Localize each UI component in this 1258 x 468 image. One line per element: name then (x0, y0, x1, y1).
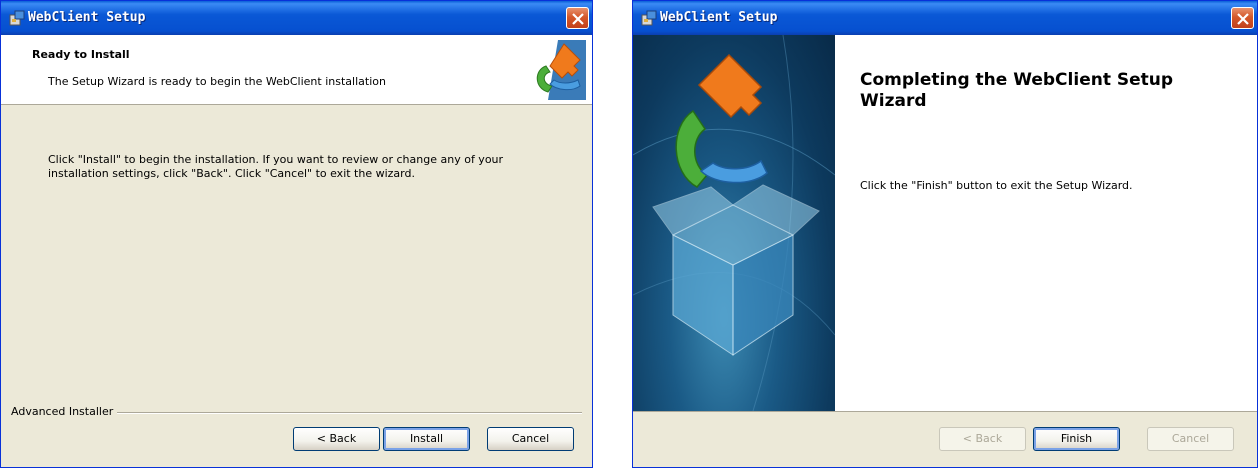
back-button-label: < Back (962, 432, 1003, 445)
instructions-line-1: Click "Install" to begin the installatio… (48, 153, 504, 166)
footer-divider (633, 411, 1257, 412)
finish-button[interactable]: Finish (1033, 427, 1120, 451)
instructions-text: Click "Install" to begin the installatio… (48, 153, 548, 181)
close-button[interactable] (566, 7, 589, 29)
window-title: WebClient Setup (660, 10, 778, 25)
brand-label: Advanced Installer (11, 405, 118, 418)
back-button[interactable]: < Back (293, 427, 380, 451)
wizard-header: Ready to Install The Setup Wizard is rea… (1, 35, 592, 105)
instructions-line-2: installation settings, click "Back". Cli… (48, 167, 415, 180)
cancel-button[interactable]: Cancel (1147, 427, 1234, 451)
box-puzzle-illustration (633, 35, 835, 411)
completion-panel: Completing the WebClient Setup Wizard Cl… (835, 35, 1257, 411)
cancel-button[interactable]: Cancel (487, 427, 574, 451)
page-subtitle: The Setup Wizard is ready to begin the W… (48, 75, 386, 88)
close-icon (1237, 13, 1249, 25)
cancel-button-label: Cancel (1171, 432, 1210, 445)
completion-text: Click the "Finish" button to exit the Se… (860, 179, 1133, 192)
cancel-button-label: Cancel (511, 432, 550, 445)
back-button[interactable]: < Back (939, 427, 1026, 451)
install-button-label: Install (409, 432, 444, 445)
close-button[interactable] (1231, 7, 1254, 29)
setup-app-icon (641, 10, 657, 26)
setup-window-complete: WebClient Setup Completing the WebClient… (632, 0, 1258, 468)
finish-button-label: Finish (1060, 432, 1093, 445)
page-title: Ready to Install (32, 48, 130, 61)
completion-heading: Completing the WebClient Setup Wizard (860, 70, 1174, 111)
puzzle-logo-icon (536, 40, 586, 100)
title-bar[interactable]: WebClient Setup (1, 1, 592, 35)
close-icon (572, 13, 584, 25)
setup-app-icon (9, 10, 25, 26)
wizard-side-image (633, 35, 835, 411)
back-button-label: < Back (316, 432, 357, 445)
install-button[interactable]: Install (383, 427, 470, 451)
setup-window-ready: WebClient Setup Ready to Install The Set… (0, 0, 593, 468)
brand-divider: Advanced Installer (11, 405, 582, 419)
window-title: WebClient Setup (28, 10, 146, 25)
title-bar[interactable]: WebClient Setup (633, 1, 1257, 35)
